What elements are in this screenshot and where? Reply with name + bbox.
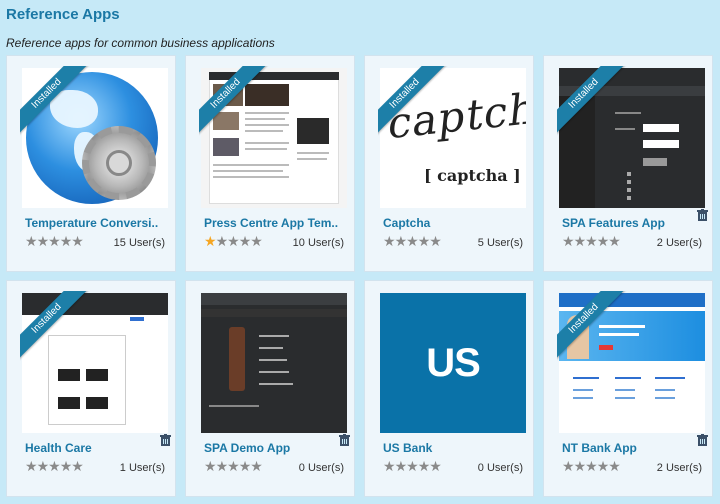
star-icon[interactable]: ★ [71, 458, 84, 474]
star-icon[interactable]: ★ [37, 458, 50, 474]
rating-stars[interactable]: ★★★★★ [204, 458, 263, 475]
app-card-temperature-conversion[interactable]: Installed Temperature Conversi.. ★★★★★ 1… [6, 55, 176, 272]
star-icon[interactable]: ★ [383, 458, 396, 474]
star-icon[interactable]: ★ [250, 233, 263, 249]
app-title[interactable]: SPA Features App [562, 216, 700, 230]
rating-stars[interactable]: ★★★★★ [25, 458, 84, 475]
star-icon[interactable]: ★ [239, 233, 252, 249]
user-count: 15 User(s) [113, 237, 165, 249]
star-icon[interactable]: ★ [60, 458, 73, 474]
star-icon[interactable]: ★ [383, 233, 396, 249]
user-count: 2 User(s) [656, 237, 702, 249]
section-subtitle: Reference apps for common business appli… [6, 36, 275, 50]
app-title[interactable]: NT Bank App [562, 441, 700, 455]
us-bank-logo: US Bank [380, 293, 526, 433]
app-card-captcha[interactable]: captcha [ captcha ] Installed Captcha ★★… [364, 55, 534, 272]
installed-ribbon: Installed [199, 66, 271, 138]
star-icon[interactable]: ★ [48, 233, 61, 249]
star-icon[interactable]: ★ [429, 233, 442, 249]
app-thumbnail[interactable] [201, 293, 347, 433]
user-count: 5 User(s) [477, 237, 523, 249]
app-title[interactable]: SPA Demo App [204, 441, 342, 455]
star-icon[interactable]: ★ [429, 458, 442, 474]
app-card-nt-bank[interactable]: Installed NT Bank App ★★★★★ 2 User(s) [543, 280, 713, 497]
app-title[interactable]: Health Care [25, 441, 163, 455]
app-title[interactable]: US Bank [383, 441, 521, 455]
installed-ribbon: Installed [378, 66, 450, 138]
star-icon[interactable]: ★ [608, 458, 621, 474]
star-icon[interactable]: ★ [204, 458, 217, 474]
rating-stars[interactable]: ★★★★★ [562, 233, 621, 250]
star-icon[interactable]: ★ [250, 458, 263, 474]
star-icon[interactable]: ★ [25, 233, 38, 249]
star-icon[interactable]: ★ [48, 458, 61, 474]
app-card-health-care[interactable]: Installed Health Care ★★★★★ 1 User(s) [6, 280, 176, 497]
user-count: 0 User(s) [477, 462, 523, 474]
installed-ribbon: Installed [557, 291, 629, 363]
star-icon[interactable]: ★ [227, 233, 240, 249]
app-title[interactable]: Temperature Conversi.. [25, 216, 163, 230]
user-count: 0 User(s) [298, 462, 344, 474]
rating-stars[interactable]: ★★★★★ [204, 233, 263, 250]
user-count: 10 User(s) [292, 237, 344, 249]
app-card-spa-demo[interactable]: SPA Demo App ★★★★★ 0 User(s) [185, 280, 355, 497]
star-icon[interactable]: ★ [204, 233, 217, 249]
installed-ribbon: Installed [20, 291, 92, 363]
star-icon[interactable]: ★ [406, 233, 419, 249]
star-icon[interactable]: ★ [395, 233, 408, 249]
star-icon[interactable]: ★ [60, 233, 73, 249]
star-icon[interactable]: ★ [406, 458, 419, 474]
star-icon[interactable]: ★ [71, 233, 84, 249]
rating-stars[interactable]: ★★★★★ [383, 458, 442, 475]
rating-stars[interactable]: ★★★★★ [25, 233, 84, 250]
section-title: Reference Apps [6, 6, 120, 23]
star-icon[interactable]: ★ [597, 458, 610, 474]
star-icon[interactable]: ★ [37, 233, 50, 249]
app-thumbnail[interactable]: US Bank [380, 293, 526, 433]
star-icon[interactable]: ★ [585, 233, 598, 249]
app-card-press-centre[interactable]: Installed Press Centre App Tem.. ★★★★★ 1… [185, 55, 355, 272]
star-icon[interactable]: ★ [216, 458, 229, 474]
user-count: 2 User(s) [656, 462, 702, 474]
star-icon[interactable]: ★ [418, 458, 431, 474]
star-icon[interactable]: ★ [574, 458, 587, 474]
installed-ribbon: Installed [557, 66, 629, 138]
star-icon[interactable]: ★ [562, 233, 575, 249]
star-icon[interactable]: ★ [597, 233, 610, 249]
star-icon[interactable]: ★ [25, 458, 38, 474]
star-icon[interactable]: ★ [227, 458, 240, 474]
star-icon[interactable]: ★ [239, 458, 252, 474]
user-count: 1 User(s) [119, 462, 165, 474]
star-icon[interactable]: ★ [608, 233, 621, 249]
installed-ribbon: Installed [20, 66, 92, 138]
rating-stars[interactable]: ★★★★★ [562, 458, 621, 475]
star-icon[interactable]: ★ [395, 458, 408, 474]
app-card-us-bank[interactable]: US Bank US Bank ★★★★★ 0 User(s) [364, 280, 534, 497]
star-icon[interactable]: ★ [418, 233, 431, 249]
app-title[interactable]: Press Centre App Tem.. [204, 216, 342, 230]
star-icon[interactable]: ★ [562, 458, 575, 474]
app-card-spa-features[interactable]: Installed SPA Features App ★★★★★ 2 User(… [543, 55, 713, 272]
apps-grid: Installed Temperature Conversi.. ★★★★★ 1… [6, 55, 713, 497]
star-icon[interactable]: ★ [585, 458, 598, 474]
app-title[interactable]: Captcha [383, 216, 521, 230]
star-icon[interactable]: ★ [574, 233, 587, 249]
rating-stars[interactable]: ★★★★★ [383, 233, 442, 250]
star-icon[interactable]: ★ [216, 233, 229, 249]
